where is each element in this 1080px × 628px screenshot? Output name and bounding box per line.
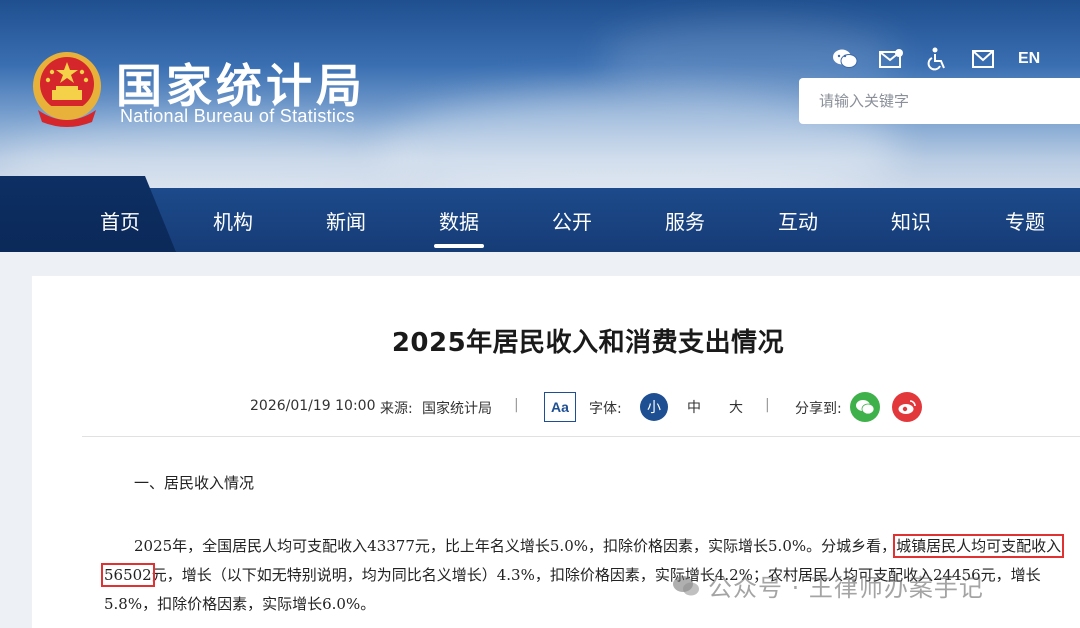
nav-item-interaction[interactable]: 互动 (758, 188, 838, 252)
mail-icon[interactable] (968, 44, 998, 74)
search-input[interactable] (799, 78, 1080, 124)
meta-divider (82, 436, 1080, 437)
nav-active-indicator (434, 244, 484, 248)
wechat-icon[interactable] (830, 44, 860, 74)
language-switch-en[interactable]: EN (1018, 50, 1040, 68)
article-title: 2025年居民收入和消费支出情况 (391, 328, 785, 358)
wechat-watermark-icon (673, 575, 699, 595)
publish-date: 2026/01/19 10:00 (250, 398, 376, 414)
nav-item-knowledge[interactable]: 知识 (871, 188, 951, 252)
wechat-share-icon[interactable] (850, 392, 880, 422)
watermark-text: 公众号 · 王律师办案手记 (708, 574, 984, 602)
font-size-large-button[interactable]: 大 (722, 393, 750, 421)
nav-item-topics[interactable]: 专题 (985, 188, 1065, 252)
reader-mode-button[interactable]: Aa (544, 392, 576, 422)
nav-item-disclosure[interactable]: 公开 (532, 188, 612, 252)
source-label: 来源: (380, 401, 413, 417)
share-label: 分享到: (795, 401, 842, 417)
nav-item-services[interactable]: 服务 (645, 188, 725, 252)
nav-item-home[interactable]: 首页 (80, 188, 160, 252)
meta-separator: | (514, 397, 519, 413)
font-size-label: 字体: (589, 401, 622, 417)
national-emblem-icon (33, 52, 101, 127)
nav-item-organization[interactable]: 机构 (193, 188, 273, 252)
section-heading: 一、居民收入情况 (134, 474, 255, 492)
nav-item-data[interactable]: 数据 (419, 188, 499, 252)
weibo-share-icon[interactable] (892, 392, 922, 422)
font-size-medium-button[interactable]: 中 (680, 393, 708, 421)
font-size-small-button[interactable]: 小 (640, 393, 668, 421)
nav-item-news[interactable]: 新闻 (306, 188, 386, 252)
source-value: 国家统计局 (422, 401, 492, 417)
mail-plus-icon[interactable] (876, 44, 906, 74)
meta-separator: | (765, 397, 770, 413)
accessibility-icon[interactable] (922, 44, 952, 74)
site-subtitle: National Bureau of Statistics (120, 106, 355, 126)
nav-list: 首页 机构 新闻 数据 公开 服务 互动 知识 专题 (0, 188, 1080, 252)
watermark: 公众号 · 王律师办案手记 (672, 568, 984, 603)
paragraph-text-part1: 2025年，全国居民人均可支配收入43377元，比上年名义增长5.0%，扣除价格… (134, 537, 897, 555)
top-toolbar: EN (830, 44, 1040, 74)
